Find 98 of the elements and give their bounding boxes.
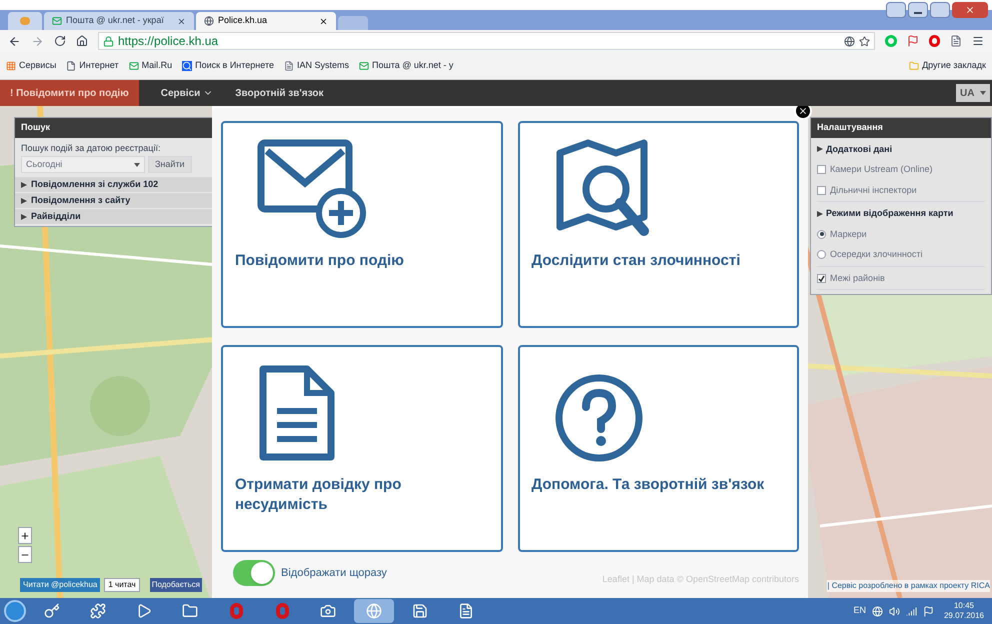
close-icon[interactable] <box>319 16 328 26</box>
expand-icon <box>21 214 27 220</box>
browser-tab[interactable]: Пошта @ ukr.net - украї <box>44 12 194 30</box>
option-label: Межі районів <box>830 272 885 285</box>
lock-icon <box>103 36 114 46</box>
back-icon[interactable] <box>8 34 21 48</box>
flag-icon[interactable] <box>922 606 934 616</box>
app-icon <box>90 603 106 619</box>
option-label: Камери Ustream (Online) <box>830 163 932 176</box>
close-window-button[interactable] <box>952 2 988 18</box>
apps-icon <box>6 60 16 70</box>
expand-icon <box>21 182 27 188</box>
url-text: https://police.kh.ua <box>118 33 218 50</box>
field-label: Пошук подій за датою реєстрації: <box>21 142 162 155</box>
attribution-text: | Сервіс розроблено в рамках проекту RICA <box>827 580 990 592</box>
facebook-button[interactable]: Подобається <box>150 578 202 592</box>
bookmark-item[interactable]: Пошта @ ukr.net - у <box>359 58 454 72</box>
close-icon <box>798 106 808 116</box>
mail-icon <box>359 60 370 70</box>
bookmark-flag-icon[interactable] <box>907 35 919 47</box>
document-icon <box>257 363 337 463</box>
language-select[interactable]: UA <box>956 84 990 102</box>
nav-link[interactable]: Зворотній зв'язок <box>235 86 324 100</box>
star-icon[interactable] <box>859 36 870 46</box>
plus-icon <box>20 530 30 540</box>
browser-tab[interactable]: Police.kh.ua <box>196 12 336 30</box>
follower-count: 1 читач <box>104 578 140 592</box>
mail-icon <box>52 16 62 26</box>
app-icon <box>458 603 474 619</box>
app-icon <box>320 603 336 619</box>
close-icon <box>965 5 975 15</box>
card-title: Отримати довідку про несудимість <box>235 475 402 515</box>
clock[interactable]: 10:45 29.07.2016 <box>940 601 988 621</box>
radio-button[interactable] <box>817 230 826 239</box>
expand-icon <box>21 198 27 204</box>
checkbox[interactable] <box>817 274 826 283</box>
date-select[interactable]: Сьогодні <box>21 156 145 173</box>
other-bookmarks[interactable]: Другие закладк <box>909 58 986 72</box>
card-title: Повідомити про подію <box>235 251 405 271</box>
action-card[interactable]: Дослідити стан злочинності <box>518 121 799 328</box>
nav-link[interactable]: Сервіси <box>160 86 214 100</box>
bookmark-item[interactable]: IAN Systems <box>284 58 350 72</box>
close-button[interactable] <box>794 106 812 120</box>
app-icon <box>44 603 60 619</box>
minimize-button[interactable] <box>908 2 928 18</box>
bullet-icon <box>817 146 823 152</box>
page-icon <box>66 60 76 70</box>
panel-title: Налаштування <box>811 118 991 138</box>
toggle-label: Відображати щоразу <box>281 566 387 580</box>
address-bar[interactable]: https://police.kh.ua <box>98 32 875 50</box>
site-icon <box>284 60 294 70</box>
home-icon[interactable] <box>76 35 88 47</box>
find-button[interactable]: Знайти <box>148 156 192 173</box>
card-title: Допомога. Та зворотній зв'язок <box>532 475 766 495</box>
option-label: Дільничні інспектори <box>830 184 917 197</box>
checkbox[interactable] <box>817 186 826 195</box>
caret-icon <box>980 91 986 95</box>
bookmark-item[interactable]: Сервисы <box>6 58 56 72</box>
envelope-plus-icon <box>257 139 367 239</box>
group-title: Додаткові дані <box>817 142 985 156</box>
language-indicator[interactable]: EN <box>853 604 866 618</box>
zoom-out-button[interactable] <box>18 546 32 563</box>
zoom-in-button[interactable] <box>18 527 32 544</box>
bookmark-item[interactable]: Поиск в Интернете <box>182 58 274 72</box>
ring-icon <box>276 603 288 619</box>
globe-icon <box>204 16 214 26</box>
card-title: Дослідити стан злочинності <box>532 251 742 271</box>
option-label: Осередки злочинності <box>830 248 923 261</box>
app-icon <box>366 603 382 619</box>
app-icon <box>136 603 152 619</box>
group-title: Режими відображення карти <box>817 207 985 220</box>
action-card[interactable]: Допомога. Та зворотній зв'язок <box>518 345 799 552</box>
option-label: Маркери <box>830 228 867 241</box>
ring-icon <box>230 603 242 619</box>
volume-icon[interactable] <box>888 606 900 616</box>
ring-icon[interactable] <box>929 35 940 47</box>
action-card[interactable]: Отримати довідку про несудимість <box>221 345 502 552</box>
checkbox[interactable] <box>817 165 826 174</box>
action-card[interactable]: Повідомити про подію <box>221 121 502 328</box>
toggle-switch[interactable] <box>233 560 275 586</box>
question-circle-icon <box>554 373 644 463</box>
app-icon <box>412 603 428 619</box>
bookmark-item[interactable]: Mail.Ru <box>128 58 172 72</box>
reload-icon[interactable] <box>54 35 66 47</box>
menu-icon[interactable] <box>972 35 984 47</box>
close-icon[interactable] <box>177 16 186 26</box>
app-icon <box>182 603 198 619</box>
bookmark-item[interactable]: Интернет <box>66 58 119 72</box>
mail-icon <box>128 60 139 70</box>
tab-icon <box>20 17 30 25</box>
radio-button[interactable] <box>817 250 826 260</box>
caret-icon <box>134 162 140 166</box>
search-icon <box>182 60 192 70</box>
report-event-button[interactable]: ! Повідомити про подію <box>0 80 139 106</box>
bullet-icon <box>817 210 823 217</box>
folder-icon <box>909 60 920 70</box>
start-button[interactable] <box>4 600 26 622</box>
twitter-button[interactable]: Читати @policekhua <box>20 578 100 592</box>
